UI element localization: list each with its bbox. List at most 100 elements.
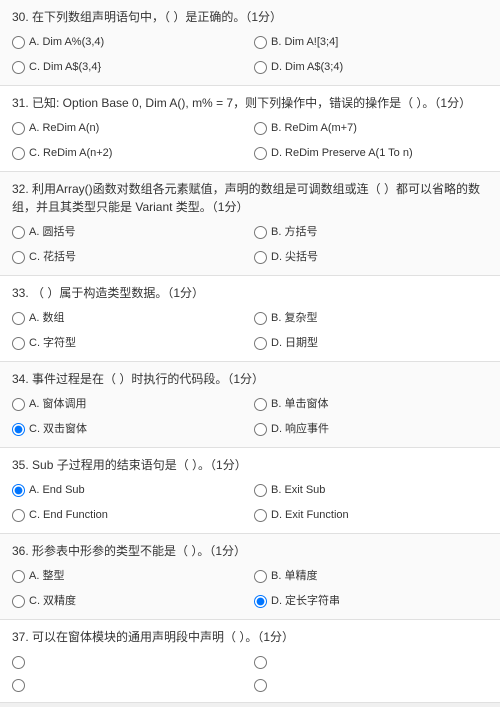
option-q31-a[interactable]: A. ReDim A(n)	[12, 118, 246, 139]
option-q31-d[interactable]: D. ReDim Preserve A(1 To n)	[254, 143, 488, 164]
option-q32-d[interactable]: D. 尖括号	[254, 247, 488, 268]
radio-q37-c[interactable]	[12, 679, 25, 692]
option-label-q32-c: C. 花括号	[29, 249, 76, 266]
option-q34-a[interactable]: A. 窗体调用	[12, 394, 246, 415]
option-label-q36-a: A. 整型	[29, 568, 64, 585]
options-grid-q33: A. 数组 B. 复杂型 C. 字符型 D. 日期型	[12, 308, 488, 353]
option-label-q33-d: D. 日期型	[271, 335, 318, 352]
option-q35-d[interactable]: D. Exit Function	[254, 505, 488, 526]
option-label-q35-a: A. End Sub	[29, 482, 85, 499]
option-q34-d[interactable]: D. 响应事件	[254, 419, 488, 440]
option-q32-a[interactable]: A. 圆括号	[12, 222, 246, 243]
option-q30-c[interactable]: C. Dim A$(3,4}	[12, 57, 246, 78]
option-q32-c[interactable]: C. 花括号	[12, 247, 246, 268]
options-grid-q35: A. End Sub B. Exit Sub C. End Function D. E…	[12, 480, 488, 525]
option-q33-d[interactable]: D. 日期型	[254, 333, 488, 354]
radio-q30-a[interactable]	[12, 36, 25, 49]
option-label-q35-c: C. End Function	[29, 507, 108, 524]
radio-q35-c[interactable]	[12, 509, 25, 522]
question-block-q31: 31. 已知: Option Base 0, Dim A(), m% = 7，则…	[0, 86, 500, 172]
option-q37-d[interactable]	[254, 675, 488, 694]
option-q36-c[interactable]: C. 双精度	[12, 591, 246, 612]
option-q36-a[interactable]: A. 整型	[12, 566, 246, 587]
option-label-q30-d: D. Dim A$(3;4)	[271, 59, 343, 76]
option-q36-b[interactable]: B. 单精度	[254, 566, 488, 587]
option-q37-a[interactable]	[12, 652, 246, 671]
option-label-q30-b: B. Dim A![3;4]	[271, 34, 338, 51]
radio-q34-d[interactable]	[254, 423, 267, 436]
options-grid-q30: A. Dim A%(3,4) B. Dim A![3;4] C. Dim A$(3,…	[12, 32, 488, 77]
page-container: 30. 在下列数组声明语句中，（ ）是正确的。（1分） A. Dim A%(3,4…	[0, 0, 500, 703]
option-q36-d[interactable]: D. 定长字符串	[254, 591, 488, 612]
radio-q32-b[interactable]	[254, 226, 267, 239]
question-title-q37: 37. 可以在窗体模块的通用声明段中声明（ ）。（1分）	[12, 628, 488, 646]
radio-q35-d[interactable]	[254, 509, 267, 522]
radio-q33-c[interactable]	[12, 337, 25, 350]
option-label-q32-b: B. 方括号	[271, 224, 317, 241]
option-q33-c[interactable]: C. 字符型	[12, 333, 246, 354]
radio-q31-d[interactable]	[254, 147, 267, 160]
radio-q30-d[interactable]	[254, 61, 267, 74]
question-title-q35: 35. Sub 子过程用的结束语句是（ ）。（1分）	[12, 456, 488, 474]
option-q37-c[interactable]	[12, 675, 246, 694]
radio-q31-a[interactable]	[12, 122, 25, 135]
radio-q34-a[interactable]	[12, 398, 25, 411]
option-label-q34-d: D. 响应事件	[271, 421, 329, 438]
radio-q36-c[interactable]	[12, 595, 25, 608]
options-grid-q31: A. ReDim A(n) B. ReDim A(m+7) C. ReDim A(n…	[12, 118, 488, 163]
question-title-q33: 33. （ ）属于构造类型数据。（1分）	[12, 284, 488, 302]
option-q35-a[interactable]: A. End Sub	[12, 480, 246, 501]
question-title-q30: 30. 在下列数组声明语句中，（ ）是正确的。（1分）	[12, 8, 488, 26]
option-label-q34-b: B. 单击窗体	[271, 396, 328, 413]
radio-q32-c[interactable]	[12, 251, 25, 264]
radio-q36-d[interactable]	[254, 595, 267, 608]
option-q33-a[interactable]: A. 数组	[12, 308, 246, 329]
radio-q32-a[interactable]	[12, 226, 25, 239]
option-q34-b[interactable]: B. 单击窗体	[254, 394, 488, 415]
question-block-q32: 32. 利用Array()函数对数组各元素赋值，声明的数组是可调数组或连（ ）都…	[0, 172, 500, 276]
radio-q37-a[interactable]	[12, 656, 25, 669]
option-q30-b[interactable]: B. Dim A![3;4]	[254, 32, 488, 53]
radio-q30-c[interactable]	[12, 61, 25, 74]
option-q37-b[interactable]	[254, 652, 488, 671]
option-q32-b[interactable]: B. 方括号	[254, 222, 488, 243]
radio-q31-b[interactable]	[254, 122, 267, 135]
option-q31-c[interactable]: C. ReDim A(n+2)	[12, 143, 246, 164]
radio-q37-b[interactable]	[254, 656, 267, 669]
radio-q30-b[interactable]	[254, 36, 267, 49]
radio-q33-d[interactable]	[254, 337, 267, 350]
option-q35-c[interactable]: C. End Function	[12, 505, 246, 526]
radio-q31-c[interactable]	[12, 147, 25, 160]
radio-q36-b[interactable]	[254, 570, 267, 583]
options-grid-q34: A. 窗体调用 B. 单击窗体 C. 双击窗体 D. 响应事件	[12, 394, 488, 439]
question-block-q37: 37. 可以在窗体模块的通用声明段中声明（ ）。（1分）	[0, 620, 500, 703]
option-label-q33-a: A. 数组	[29, 310, 64, 327]
option-label-q32-d: D. 尖括号	[271, 249, 318, 266]
question-block-q36: 36. 形参表中形参的类型不能是（ ）。（1分）A. 整型B. 单精度C. 双精…	[0, 534, 500, 620]
option-q34-c[interactable]: C. 双击窗体	[12, 419, 246, 440]
question-block-q30: 30. 在下列数组声明语句中，（ ）是正确的。（1分） A. Dim A%(3,4…	[0, 0, 500, 86]
radio-q33-b[interactable]	[254, 312, 267, 325]
radio-q36-a[interactable]	[12, 570, 25, 583]
question-block-q35: 35. Sub 子过程用的结束语句是（ ）。（1分） A. End Sub B. E…	[0, 448, 500, 534]
question-title-q31: 31. 已知: Option Base 0, Dim A(), m% = 7，则…	[12, 94, 488, 112]
option-label-q30-c: C. Dim A$(3,4}	[29, 59, 101, 76]
option-q35-b[interactable]: B. Exit Sub	[254, 480, 488, 501]
radio-q34-c[interactable]	[12, 423, 25, 436]
radio-q34-b[interactable]	[254, 398, 267, 411]
option-q33-b[interactable]: B. 复杂型	[254, 308, 488, 329]
option-q30-a[interactable]: A. Dim A%(3,4)	[12, 32, 246, 53]
option-q31-b[interactable]: B. ReDim A(m+7)	[254, 118, 488, 139]
question-block-q33: 33. （ ）属于构造类型数据。（1分） A. 数组 B. 复杂型 C. 字符型 D. …	[0, 276, 500, 362]
option-q30-d[interactable]: D. Dim A$(3;4)	[254, 57, 488, 78]
option-label-q31-c: C. ReDim A(n+2)	[29, 145, 112, 162]
question-title-q32: 32. 利用Array()函数对数组各元素赋值，声明的数组是可调数组或连（ ）都…	[12, 180, 488, 216]
radio-q35-b[interactable]	[254, 484, 267, 497]
option-label-q36-c: C. 双精度	[29, 593, 76, 610]
options-grid-q32: A. 圆括号 B. 方括号 C. 花括号 D. 尖括号	[12, 222, 488, 267]
radio-q33-a[interactable]	[12, 312, 25, 325]
options-grid-q36: A. 整型 B. 单精度 C. 双精度 D. 定长字符串	[12, 566, 488, 611]
radio-q32-d[interactable]	[254, 251, 267, 264]
radio-q37-d[interactable]	[254, 679, 267, 692]
radio-q35-a[interactable]	[12, 484, 25, 497]
